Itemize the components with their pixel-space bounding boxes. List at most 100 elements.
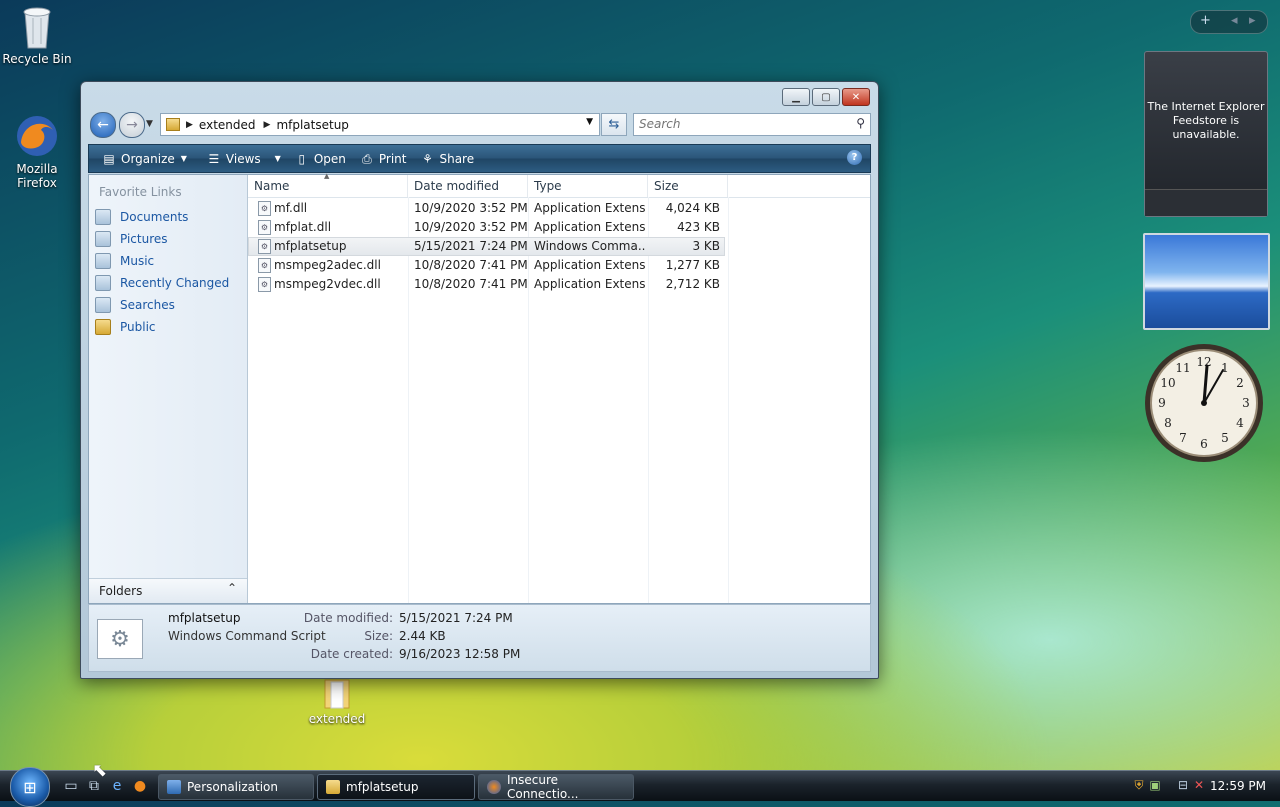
task-mfplatsetup[interactable]: mfplatsetup (317, 774, 475, 800)
previous-icon[interactable]: ◂ (1231, 13, 1238, 28)
file-size: 423 KB (677, 220, 720, 234)
organize-button[interactable]: ▤ Organize ▼ (99, 150, 190, 168)
file-row[interactable]: ⚙ msmpeg2vdec.dll 10/8/2020 7:41 PM Appl… (248, 275, 870, 294)
address-dropdown-icon[interactable]: ▼ (586, 117, 593, 127)
forward-button[interactable]: → (119, 112, 145, 138)
search-icon[interactable]: ⚲ (856, 116, 865, 130)
views-icon: ☰ (208, 151, 220, 166)
chevron-down-icon: ▼ (180, 154, 187, 163)
help-icon[interactable]: ? (847, 150, 862, 165)
svg-text:9: 9 (1158, 396, 1166, 410)
volume-muted-icon[interactable]: ✕ (1192, 778, 1206, 792)
explorer-window[interactable]: ▁ ▢ ✕ ← → ▼ ▶ extended ▶ mfplatsetup ▼ ⇆… (80, 81, 879, 679)
breadcrumb-extended[interactable]: extended (199, 118, 256, 132)
breadcrumb-mfplatsetup[interactable]: mfplatsetup (276, 118, 349, 132)
svg-text:4: 4 (1236, 416, 1244, 430)
next-icon[interactable]: ▸ (1249, 13, 1256, 28)
feed-headlines-gadget[interactable]: The Internet Explorer Feedstore is unava… (1144, 51, 1268, 217)
favorite-link-searches[interactable]: Searches (95, 294, 229, 316)
desktop-icon-extended[interactable]: extended (302, 678, 372, 726)
chevron-right-icon[interactable]: ▶ (186, 120, 193, 130)
back-button[interactable]: ← (90, 112, 116, 138)
file-name: msmpeg2adec.dll (274, 258, 381, 272)
file-size: 3 KB (692, 239, 720, 253)
start-button[interactable]: ⊞ (10, 767, 50, 807)
windows-defender-icon[interactable]: ▣ (1148, 778, 1162, 792)
personalization-icon (167, 780, 181, 794)
show-desktop-icon[interactable]: ▭ (62, 777, 80, 795)
file-row[interactable]: ⚙ mf.dll 10/9/2020 3:52 PM Application E… (248, 199, 870, 218)
search-box[interactable]: ⚲ (633, 113, 871, 136)
file-date: 10/9/2020 3:52 PM (414, 220, 528, 234)
details-date-created-label: Date created: (310, 647, 393, 661)
favorite-links-list: Documents Pictures Music Recently Change… (95, 206, 229, 338)
favorite-link-public[interactable]: Public (95, 316, 229, 338)
maximize-button[interactable]: ▢ (812, 88, 840, 106)
file-type: Application Extens... (534, 277, 646, 291)
file-row[interactable]: ⚙ msmpeg2adec.dll 10/8/2020 7:41 PM Appl… (248, 256, 870, 275)
script-file-icon: ⚙ (258, 239, 271, 254)
security-shield-icon[interactable]: ⛨ (1132, 778, 1146, 792)
internet-explorer-icon[interactable]: e (108, 777, 126, 795)
favorite-link-recently-changed[interactable]: Recently Changed (95, 272, 229, 294)
desktop-icon-firefox[interactable]: Mozilla Firefox (2, 112, 72, 190)
dll-file-icon: ⚙ (258, 220, 271, 235)
file-row-selected[interactable]: ⚙ mfplatsetup 5/15/2021 7:24 PM Windows … (248, 237, 725, 256)
column-type[interactable]: Type (528, 175, 648, 197)
recent-icon (95, 275, 111, 291)
folders-toggle[interactable]: Folders ⌃ (89, 578, 247, 603)
column-size[interactable]: Size (648, 175, 728, 197)
task-label: Insecure Connectio... (506, 773, 579, 801)
clock-gadget[interactable]: 12 12 345 678 91011 (1143, 342, 1265, 464)
minimize-button[interactable]: ▁ (782, 88, 810, 106)
file-date: 5/15/2021 7:24 PM (414, 239, 528, 253)
network-icon[interactable]: ⊟ (1176, 778, 1190, 792)
search-input[interactable] (634, 114, 839, 133)
chevron-up-icon[interactable]: ⌃ (227, 581, 237, 595)
recent-pages-dropdown[interactable]: ▼ (146, 119, 153, 129)
file-row[interactable]: ⚙ mfplat.dll 10/9/2020 3:52 PM Applicati… (248, 218, 870, 237)
explorer-content: Favorite Links Documents Pictures Music … (88, 172, 871, 604)
file-date: 10/9/2020 3:52 PM (414, 201, 528, 215)
file-size: 2,712 KB (665, 277, 720, 291)
task-firefox-insecure-connection[interactable]: Insecure Connectio... (478, 773, 634, 801)
link-label: Searches (120, 298, 175, 312)
details-date-created: 9/16/2023 12:58 PM (399, 647, 521, 661)
share-button[interactable]: ⚘ Share (417, 150, 477, 168)
slideshow-gadget[interactable] (1143, 233, 1270, 330)
firefox-icon[interactable]: ● (131, 777, 149, 795)
favorite-link-music[interactable]: Music (95, 250, 229, 272)
views-button[interactable]: ☰ Views ▼ (204, 150, 284, 168)
link-label: Public (120, 320, 156, 334)
file-rows: ⚙ mf.dll 10/9/2020 3:52 PM Application E… (248, 199, 870, 294)
task-personalization[interactable]: Personalization (158, 774, 314, 800)
svg-text:8: 8 (1164, 416, 1172, 430)
print-button[interactable]: ⎙ Print (357, 150, 410, 168)
task-label: mfplatsetup (346, 780, 419, 794)
caption-buttons: ▁ ▢ ✕ (780, 88, 870, 106)
file-type: Windows Comma... (534, 239, 646, 253)
refresh-button[interactable]: ⇆ (601, 113, 627, 136)
chevron-right-icon[interactable]: ▶ (264, 120, 271, 130)
add-gadget-icon[interactable]: + (1200, 13, 1211, 28)
favorite-link-documents[interactable]: Documents (95, 206, 229, 228)
desktop-icon-recycle-bin[interactable]: Recycle Bin (2, 2, 72, 66)
sidebar-gadget-controls[interactable]: + ◂ ▸ (1190, 10, 1268, 34)
file-list: Name Date modified Type Size ▲ ⚙ mf.dll … (248, 172, 870, 603)
close-button[interactable]: ✕ (842, 88, 870, 106)
mouse-cursor-icon: ⬉ (92, 760, 108, 781)
svg-text:11: 11 (1175, 361, 1190, 375)
navigation-bar: ← → ▼ ▶ extended ▶ mfplatsetup ▼ ⇆ ⚲ (88, 111, 871, 138)
open-button[interactable]: ▯ Open (292, 150, 349, 168)
dll-file-icon: ⚙ (258, 277, 271, 292)
music-icon (95, 253, 111, 269)
favorite-link-pictures[interactable]: Pictures (95, 228, 229, 250)
address-bar[interactable]: ▶ extended ▶ mfplatsetup ▼ (160, 113, 600, 136)
svg-text:7: 7 (1179, 431, 1187, 445)
clock[interactable]: 12:59 PM (1210, 779, 1266, 793)
windows-logo-icon: ⊞ (23, 777, 37, 797)
column-date-modified[interactable]: Date modified (408, 175, 528, 197)
file-size: 4,024 KB (665, 201, 720, 215)
details-size: 2.44 KB (399, 629, 446, 643)
organize-label: Organize (121, 151, 175, 166)
